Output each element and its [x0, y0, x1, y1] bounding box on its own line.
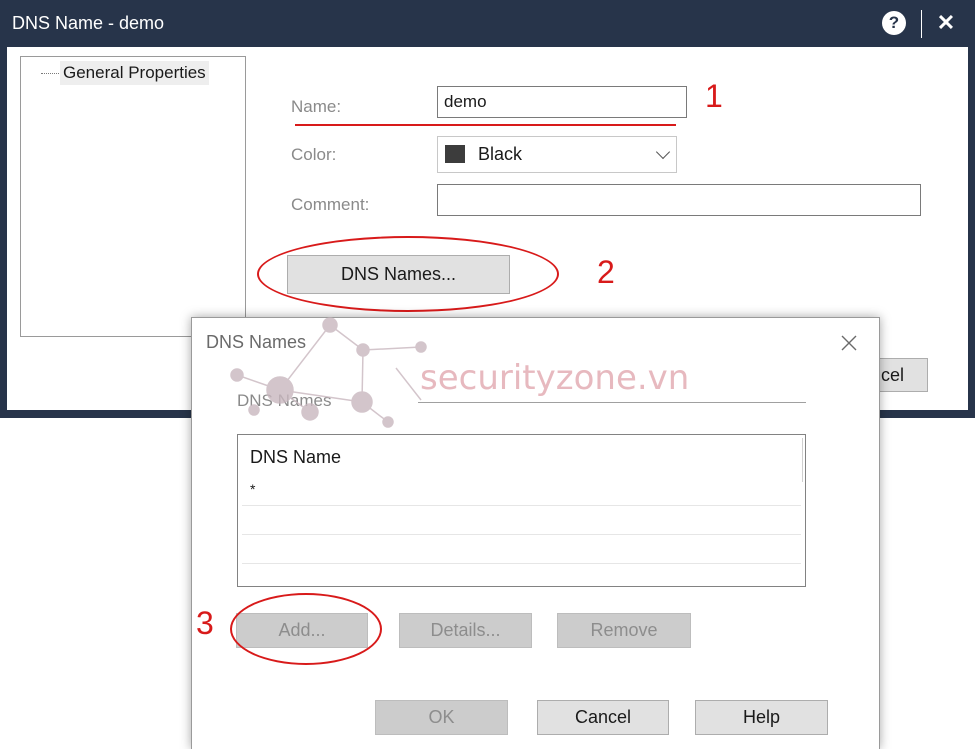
properties-tree: General Properties [20, 56, 246, 337]
name-input[interactable]: demo [437, 86, 687, 118]
annotation-oval [257, 236, 559, 312]
dns-names-list[interactable]: DNS Name * [237, 434, 806, 587]
dialog-title: DNS Name - demo [12, 13, 165, 33]
list-item[interactable]: * [250, 481, 255, 497]
color-select[interactable]: Black [437, 136, 677, 173]
column-header: DNS Name [250, 447, 342, 467]
remove-button[interactable]: Remove [557, 613, 691, 648]
dialog-title: DNS Names [206, 332, 307, 352]
help-icon[interactable]: ? [882, 11, 906, 35]
ok-button[interactable]: OK [375, 700, 508, 735]
row-divider [242, 505, 801, 506]
cancel-button[interactable]: Cancel [537, 700, 669, 735]
annotation-number: 3 [196, 605, 214, 641]
group-label: DNS Names [237, 391, 336, 411]
group-divider [418, 402, 806, 403]
annotation-underline [295, 124, 676, 126]
row-divider [242, 563, 801, 564]
comment-label: Comment: [291, 195, 370, 214]
cancel-button-label: cel [880, 365, 904, 385]
close-icon[interactable]: ✕ [934, 9, 958, 37]
annotation-number: 2 [597, 254, 615, 290]
tree-connector [41, 73, 59, 74]
tree-item-general-properties[interactable]: General Properties [60, 61, 209, 85]
color-value: Black [478, 144, 523, 164]
column-divider [802, 438, 803, 482]
dns-names-dialog: DNS Names DNS Names DNS Name * Add... De… [191, 317, 880, 749]
row-divider [242, 534, 801, 535]
close-icon[interactable] [838, 328, 860, 358]
annotation-oval [230, 593, 382, 665]
color-label: Color: [291, 145, 337, 164]
annotation-number: 1 [705, 78, 723, 114]
help-button[interactable]: Help [695, 700, 828, 735]
chevron-down-icon [655, 144, 671, 160]
details-button[interactable]: Details... [399, 613, 532, 648]
title-separator [921, 10, 922, 38]
comment-input[interactable] [437, 184, 921, 216]
color-swatch [445, 145, 465, 163]
name-label: Name: [291, 97, 342, 116]
